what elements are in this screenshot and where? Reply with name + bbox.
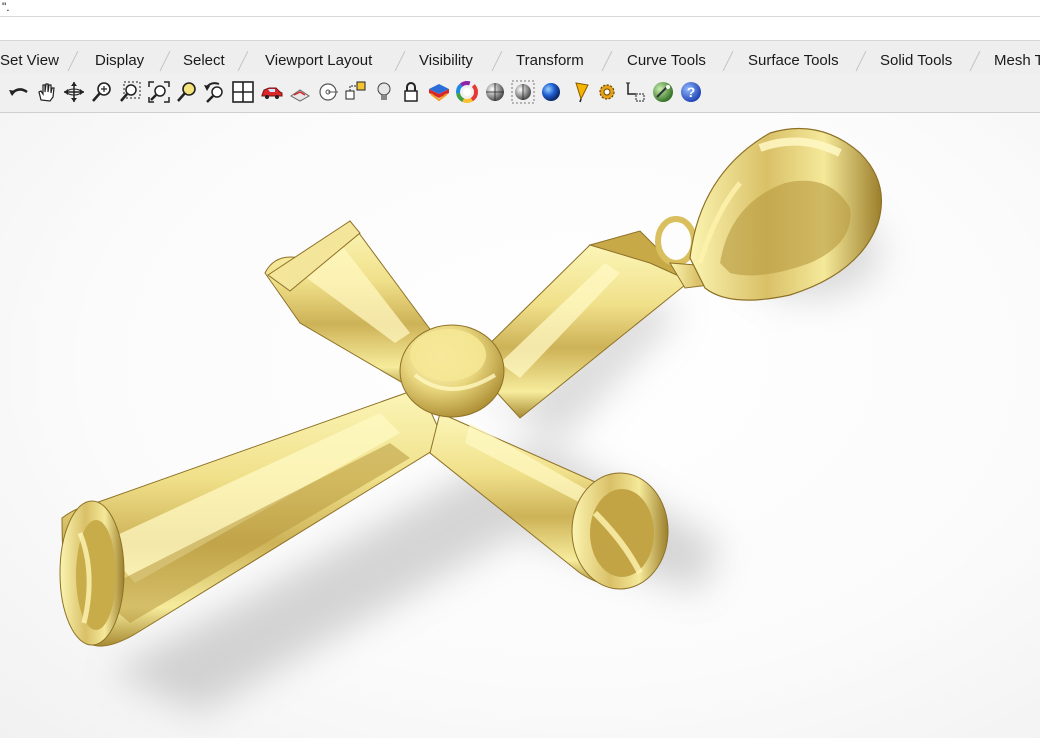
tab-separator <box>236 49 250 73</box>
undo-zoom-icon[interactable] <box>203 80 227 104</box>
tab-display[interactable]: Display <box>95 47 144 73</box>
tab-separator <box>600 49 614 73</box>
layout-icon[interactable] <box>344 80 368 104</box>
command-line[interactable]: ". <box>0 0 1040 17</box>
tab-select[interactable]: Select <box>183 47 225 73</box>
named-view-icon[interactable] <box>288 80 312 104</box>
tab-bar: Set View Display Select Viewport Layout … <box>0 40 1040 75</box>
tab-curve-tools[interactable]: Curve Tools <box>627 47 706 73</box>
shaded-sphere-icon[interactable] <box>483 80 507 104</box>
tab-surface-tools[interactable]: Surface Tools <box>748 47 839 73</box>
target-icon[interactable] <box>316 80 340 104</box>
blue-sphere-icon[interactable] <box>539 80 563 104</box>
globe-icon[interactable] <box>651 80 675 104</box>
light-bulb-icon[interactable] <box>372 80 396 104</box>
help-icon[interactable]: ? <box>679 80 703 104</box>
toolbar: ? <box>0 74 1040 113</box>
tab-separator <box>490 49 504 73</box>
center-boss <box>399 324 505 418</box>
layer-icon[interactable] <box>427 80 451 104</box>
tab-transform[interactable]: Transform <box>516 47 584 73</box>
svg-text:?: ? <box>687 84 696 100</box>
tab-solid-tools[interactable]: Solid Tools <box>880 47 952 73</box>
zoom-icon[interactable] <box>90 80 114 104</box>
tab-separator <box>721 49 735 73</box>
pan-hand-icon[interactable] <box>34 80 58 104</box>
gear-icon[interactable] <box>595 80 619 104</box>
zoom-extents-icon[interactable] <box>147 80 171 104</box>
tab-separator <box>854 49 868 73</box>
cross-pendant-render <box>59 127 882 713</box>
color-wheel-icon[interactable] <box>455 80 479 104</box>
zoom-selected-icon[interactable] <box>175 80 199 104</box>
tab-visibility[interactable]: Visibility <box>419 47 473 73</box>
zoom-window-icon[interactable] <box>118 80 142 104</box>
tab-separator <box>393 49 407 73</box>
tab-mesh-tools[interactable]: Mesh T <box>994 47 1040 73</box>
tab-set-view[interactable]: Set View <box>0 47 59 73</box>
pencil-icon[interactable] <box>570 80 594 104</box>
tab-separator <box>968 49 982 73</box>
four-viewports-icon[interactable] <box>231 80 255 104</box>
toolbar-gap <box>0 18 1040 40</box>
tab-separator <box>66 49 80 73</box>
rotate-view-icon[interactable] <box>62 80 86 104</box>
undo-view-icon[interactable] <box>7 80 31 104</box>
lock-icon[interactable] <box>399 80 423 104</box>
command-line-text: ". <box>2 0 10 14</box>
perspective-viewport[interactable] <box>0 113 1040 738</box>
tab-separator <box>158 49 172 73</box>
car-icon[interactable] <box>260 80 284 104</box>
rendered-sphere-icon[interactable] <box>511 80 535 104</box>
dimension-icon[interactable] <box>624 80 648 104</box>
tab-viewport-layout[interactable]: Viewport Layout <box>265 47 372 73</box>
